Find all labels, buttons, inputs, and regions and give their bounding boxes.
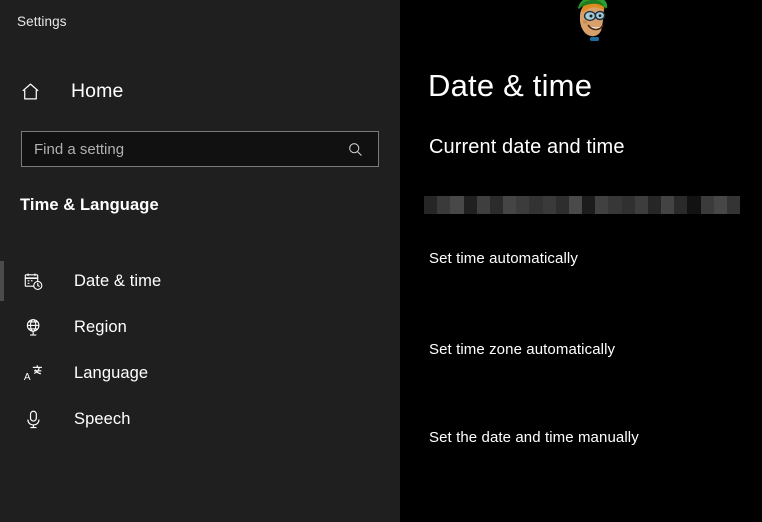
current-datetime-redacted	[424, 196, 740, 214]
set-date-time-manually-label: Set the date and time manually	[429, 429, 639, 446]
sidebar-item-label: Region	[74, 318, 127, 337]
sidebar-item-speech[interactable]: Speech	[0, 396, 400, 442]
sidebar-section-header: Time & Language	[20, 196, 159, 215]
sidebar-item-region[interactable]: Region	[0, 304, 400, 350]
sidebar-item-label: Language	[74, 364, 148, 383]
sidebar-item-date-and-time[interactable]: Date & time	[0, 258, 400, 304]
set-time-zone-automatically-label: Set time zone automatically	[429, 341, 615, 358]
sidebar-item-label: Speech	[74, 410, 131, 429]
section-title: Current date and time	[429, 136, 625, 159]
search-box[interactable]	[21, 131, 379, 167]
sidebar: Settings Home Time & Language	[0, 0, 400, 522]
translate-icon: A	[20, 360, 46, 386]
cartoon-character-avatar	[562, 0, 616, 48]
home-icon	[17, 78, 43, 104]
search-icon[interactable]	[340, 141, 378, 158]
set-time-automatically-label: Set time automatically	[429, 250, 578, 267]
globe-icon	[20, 314, 46, 340]
sidebar-item-label: Date & time	[74, 272, 161, 291]
svg-text:A: A	[23, 372, 30, 383]
sidebar-item-home[interactable]: Home	[17, 76, 123, 106]
calendar-clock-icon	[20, 268, 46, 294]
page-title: Date & time	[428, 68, 592, 104]
app-title: Settings	[17, 14, 67, 29]
main-content: Date & time Current date and time Set ti…	[400, 0, 762, 522]
sidebar-item-language[interactable]: A Language	[0, 350, 400, 396]
microphone-icon	[20, 406, 46, 432]
sidebar-nav-list: Date & time Region	[0, 258, 400, 442]
sidebar-item-home-label: Home	[71, 80, 123, 103]
settings-window: Settings Home Time & Language	[0, 0, 762, 522]
search-input[interactable]	[22, 132, 340, 166]
